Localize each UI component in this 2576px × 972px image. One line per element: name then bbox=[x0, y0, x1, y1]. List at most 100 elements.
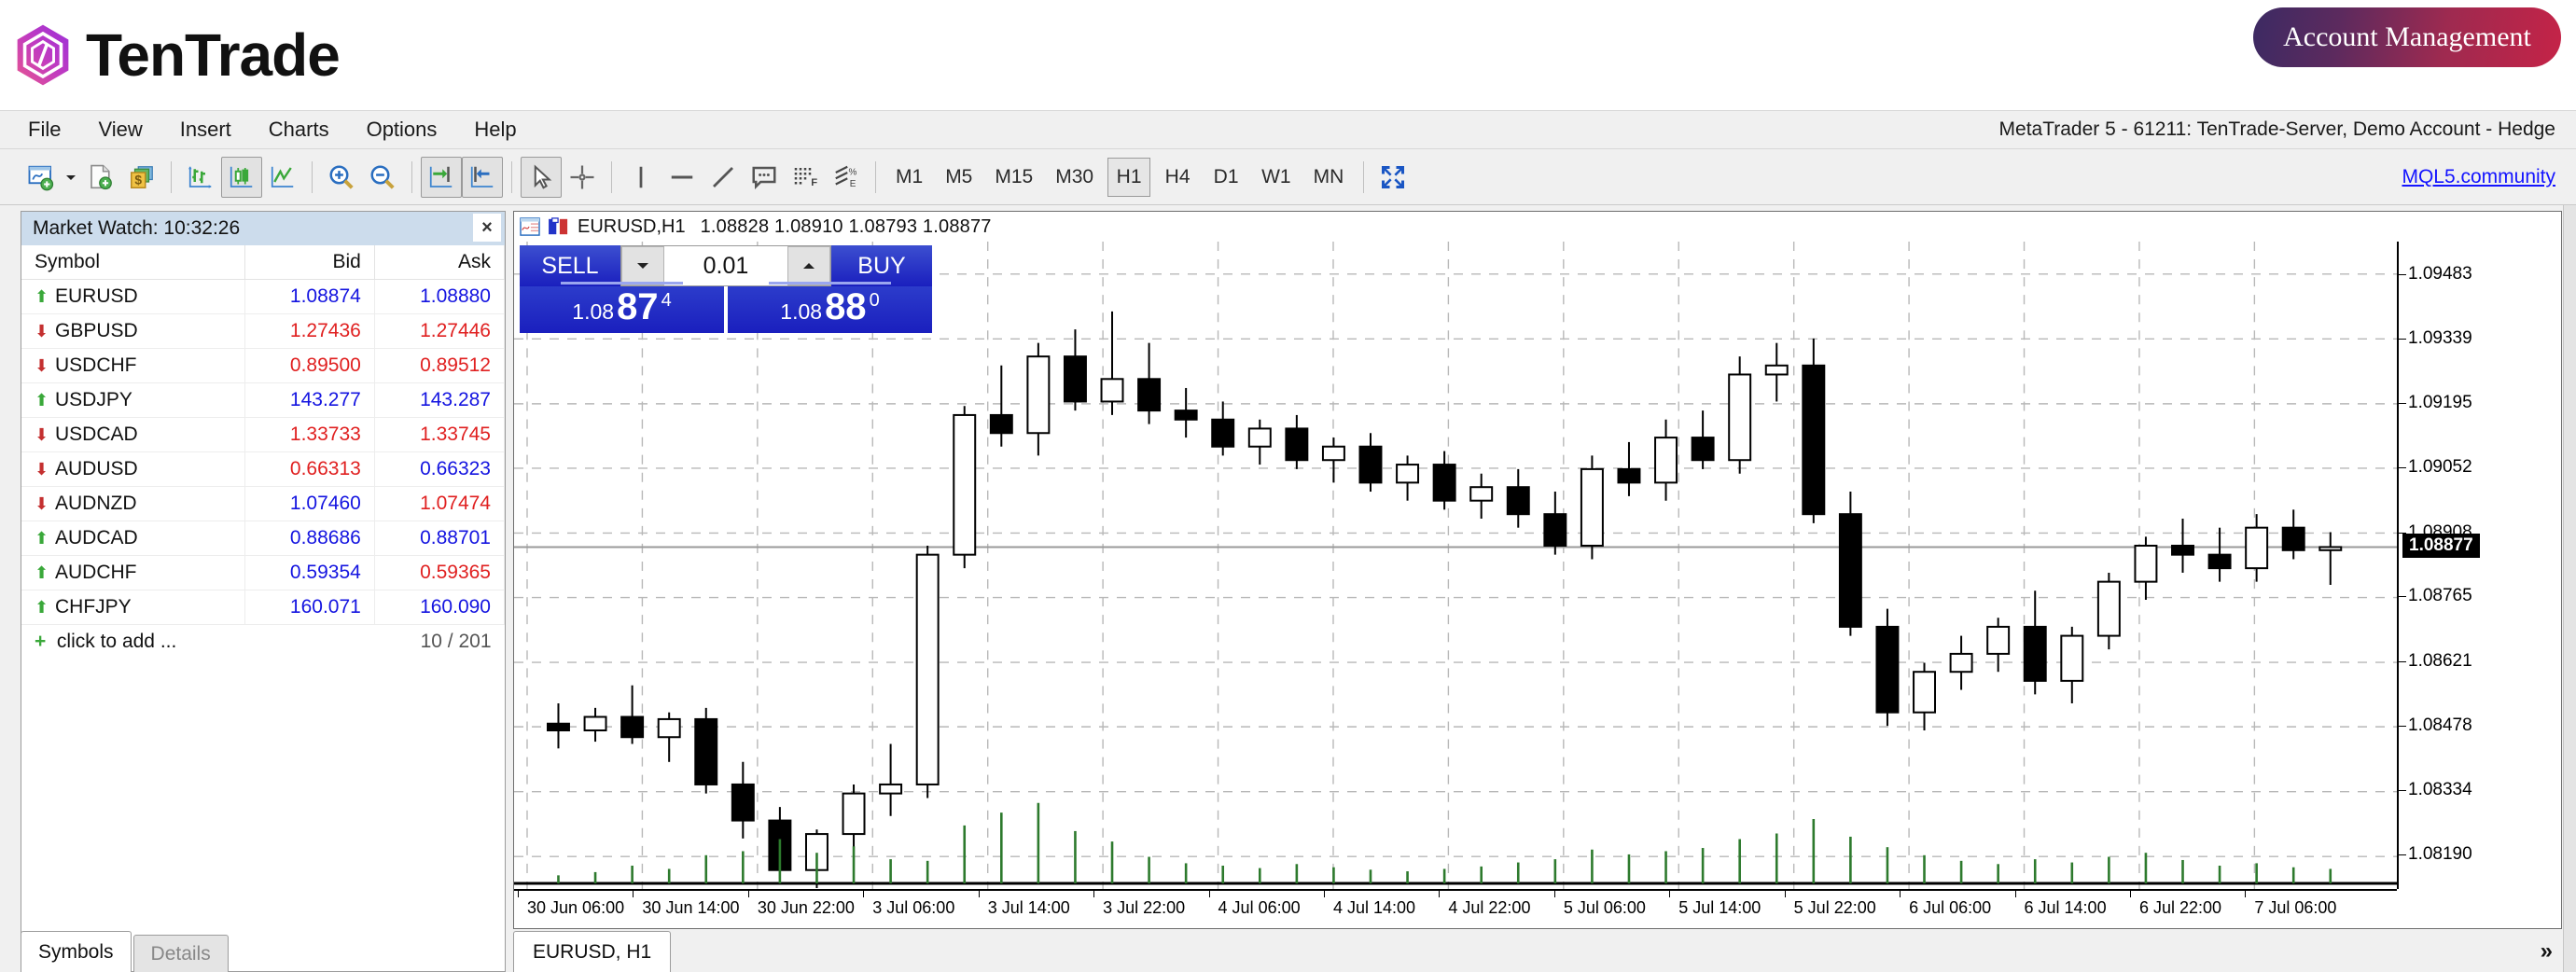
buy-button[interactable]: BUY bbox=[831, 245, 932, 286]
sell-price-main: 87 bbox=[617, 286, 659, 327]
menu-item-charts[interactable]: Charts bbox=[265, 115, 333, 145]
indicators-button[interactable]: F bbox=[785, 157, 826, 198]
timeframe-m1[interactable]: M1 bbox=[887, 158, 931, 197]
table-row[interactable]: ⬇ USDCAD 1.33733 1.33745 bbox=[21, 417, 506, 452]
chart-body[interactable]: SELL 0.01 BUY 1.08 87 4 1.08 88 0 1.0948… bbox=[514, 242, 2561, 928]
direction-up-icon: ⬆ bbox=[35, 563, 49, 582]
timeframe-h4[interactable]: H4 bbox=[1156, 158, 1199, 197]
menu-item-file[interactable]: File bbox=[24, 115, 64, 145]
volume-increase-button[interactable] bbox=[787, 246, 830, 285]
menu-item-help[interactable]: Help bbox=[470, 115, 520, 145]
buy-price-fraction: 0 bbox=[869, 290, 880, 311]
table-row[interactable]: ⬇ AUDNZD 1.07460 1.07474 bbox=[21, 486, 506, 521]
symbol-cell: ⬆ EURUSD bbox=[21, 279, 245, 314]
sell-button[interactable]: SELL bbox=[520, 245, 620, 286]
tab-overflow-button[interactable]: » bbox=[2541, 938, 2553, 965]
chart-window: EURUSD,H1 1.08828 1.08910 1.08793 1.0887… bbox=[513, 211, 2562, 929]
right-scroll-rail[interactable] bbox=[2563, 205, 2576, 972]
chart-tab-eurusd-h1[interactable]: EURUSD, H1 bbox=[513, 931, 672, 972]
table-row[interactable]: ⬆ AUDCHF 0.59354 0.59365 bbox=[21, 555, 506, 590]
new-order-button[interactable] bbox=[80, 157, 121, 198]
direction-down-icon: ⬇ bbox=[35, 494, 49, 513]
sell-price-fraction: 4 bbox=[661, 290, 672, 311]
shift-end-icon bbox=[429, 166, 453, 187]
bid-cell: 0.88686 bbox=[244, 521, 375, 556]
time-axis[interactable]: 30 Jun 06:00 30 Jun 14:00 30 Jun 22:00 3 Ju… bbox=[514, 889, 2397, 928]
mql5-community-link[interactable]: MQL5.community bbox=[2402, 166, 2555, 188]
price-tick-label: 1.08478 bbox=[2397, 715, 2472, 735]
new-chart-button[interactable] bbox=[21, 157, 62, 198]
column-header-symbol[interactable]: Symbol bbox=[21, 245, 245, 280]
menu-item-options[interactable]: Options bbox=[363, 115, 441, 145]
ask-cell: 0.59365 bbox=[374, 555, 506, 590]
timeframe-h1[interactable]: H1 bbox=[1107, 157, 1151, 197]
candlestick-chart-button[interactable] bbox=[221, 156, 262, 198]
bar-chart-button[interactable] bbox=[180, 157, 221, 198]
volume-stepper[interactable]: 0.01 bbox=[620, 245, 831, 286]
timeframe-m30[interactable]: M30 bbox=[1047, 158, 1102, 197]
shift-end-of-chart-button[interactable] bbox=[421, 156, 462, 198]
add-symbol-row[interactable]: + click to add ... 10 / 201 bbox=[21, 625, 505, 660]
table-row[interactable]: ⬇ GBPUSD 1.27436 1.27446 bbox=[21, 313, 506, 349]
fibonacci-button[interactable]: % E bbox=[826, 157, 867, 198]
chart-symbol-label: EURUSD,H1 bbox=[578, 215, 686, 237]
account-management-button[interactable]: Account Management bbox=[2253, 7, 2561, 67]
trendline-button[interactable] bbox=[703, 157, 744, 198]
tab-symbols[interactable]: Symbols bbox=[21, 931, 132, 972]
timeframe-m5[interactable]: M5 bbox=[937, 158, 981, 197]
chart-ohlc-values: 1.08828 1.08910 1.08793 1.08877 bbox=[700, 215, 992, 237]
symbol-cell: ⬇ AUDUSD bbox=[21, 451, 245, 487]
cursor-button[interactable] bbox=[521, 156, 562, 198]
price-tick-label: 1.09195 bbox=[2397, 393, 2472, 413]
add-symbol-label[interactable]: + click to add ... bbox=[21, 625, 244, 660]
buy-price-button[interactable]: 1.08 88 0 bbox=[728, 282, 932, 333]
volume-value[interactable]: 0.01 bbox=[664, 246, 787, 285]
one-click-trading-icon[interactable] bbox=[547, 217, 571, 236]
table-row[interactable]: ⬆ EURUSD 1.08874 1.08880 bbox=[21, 279, 506, 314]
line-chart-button[interactable] bbox=[262, 157, 303, 198]
fibonacci-icon: % E bbox=[835, 165, 857, 189]
text-label-button[interactable] bbox=[744, 157, 785, 198]
table-row[interactable]: ⬇ USDCHF 0.89500 0.89512 bbox=[21, 348, 506, 383]
direction-up-icon: ⬆ bbox=[35, 529, 49, 548]
table-row[interactable]: ⬇ AUDUSD 0.66313 0.66323 bbox=[21, 451, 506, 487]
timeframe-mn[interactable]: MN bbox=[1305, 158, 1353, 197]
close-icon[interactable]: × bbox=[473, 214, 501, 242]
timeframe-d1[interactable]: D1 bbox=[1204, 158, 1247, 197]
zoom-in-button[interactable] bbox=[321, 157, 362, 198]
auto-scroll-button[interactable] bbox=[462, 156, 503, 198]
tab-details[interactable]: Details bbox=[132, 935, 229, 972]
price-axis[interactable]: 1.09483 1.09339 1.09195 1.09052 1.08908 1.087… bbox=[2397, 242, 2561, 889]
horizontal-line-button[interactable] bbox=[661, 157, 703, 198]
table-row[interactable]: ⬆ CHFJPY 160.071 160.090 bbox=[21, 590, 506, 625]
column-header-ask[interactable]: Ask bbox=[374, 245, 506, 280]
volume-decrease-button[interactable] bbox=[621, 246, 664, 285]
chevron-down-icon bbox=[637, 263, 648, 269]
price-tick-label: 1.09339 bbox=[2397, 328, 2472, 349]
ask-cell: 160.090 bbox=[374, 590, 506, 625]
direction-down-icon: ⬇ bbox=[35, 460, 49, 479]
timeframe-w1[interactable]: W1 bbox=[1253, 158, 1300, 197]
timeframe-m15[interactable]: M15 bbox=[986, 158, 1041, 197]
menu-item-view[interactable]: View bbox=[94, 115, 146, 145]
time-tick-label: 6 Jul 14:00 bbox=[2014, 889, 2107, 917]
table-row[interactable]: ⬆ AUDCAD 0.88686 0.88701 bbox=[21, 521, 506, 556]
zoom-out-button[interactable] bbox=[362, 157, 403, 198]
fullscreen-button[interactable] bbox=[1372, 157, 1413, 198]
profiles-button[interactable]: $ bbox=[121, 157, 162, 198]
toolbar-separator bbox=[312, 160, 313, 193]
sell-price-button[interactable]: 1.08 87 4 bbox=[520, 282, 724, 333]
market-watch-tabbar: Symbols Details bbox=[21, 929, 506, 972]
menu-item-insert[interactable]: Insert bbox=[176, 115, 235, 145]
price-tick-label: 1.08190 bbox=[2397, 844, 2472, 865]
ask-cell: 0.66323 bbox=[374, 451, 506, 487]
price-tick-label: 1.09052 bbox=[2397, 457, 2472, 478]
new-chart-dropdown-button[interactable] bbox=[62, 157, 80, 198]
brand-name: TenTrade bbox=[86, 21, 341, 89]
column-header-bid[interactable]: Bid bbox=[244, 245, 375, 280]
table-row[interactable]: ⬆ USDJPY 143.277 143.287 bbox=[21, 382, 506, 418]
chart-plot-area[interactable] bbox=[514, 242, 2397, 889]
text-label-icon bbox=[752, 166, 776, 189]
vertical-line-button[interactable] bbox=[620, 157, 661, 198]
crosshair-button[interactable] bbox=[562, 157, 603, 198]
